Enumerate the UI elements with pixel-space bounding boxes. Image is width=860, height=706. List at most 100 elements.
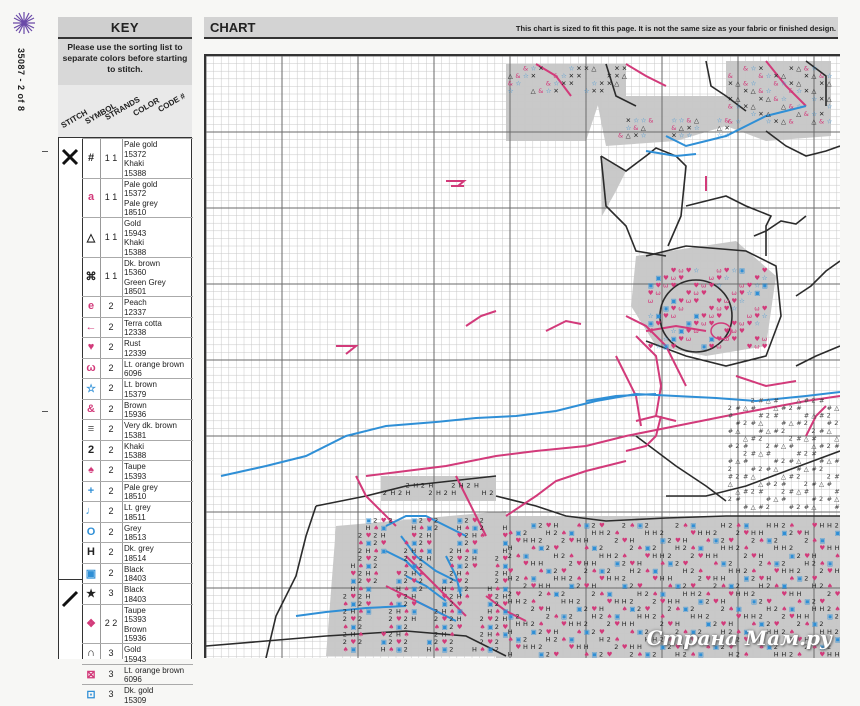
chart-symbol: H xyxy=(743,613,748,621)
chart-symbol: △ xyxy=(773,465,778,473)
chart-symbol: ▣ xyxy=(442,646,448,654)
key-color-code: Pale grey 18510 xyxy=(124,482,158,502)
chart-symbol: 2 xyxy=(751,537,755,545)
chart-symbol: ☆ xyxy=(735,102,741,110)
key-symbol: & xyxy=(87,402,95,415)
chart-symbol: 2 xyxy=(781,457,785,465)
chart-symbol: ♠ xyxy=(508,529,514,537)
chart-symbol: H xyxy=(561,575,566,583)
chart-symbol: # xyxy=(789,457,794,465)
chart-symbol: 2 xyxy=(553,635,557,643)
chart-symbol: △ xyxy=(751,472,756,480)
chart-symbol: H xyxy=(413,481,418,489)
chart-symbol: ♥ xyxy=(827,567,833,575)
chart-symbol: ♥ xyxy=(736,613,742,621)
chart-symbol: 2 xyxy=(388,516,392,524)
chart-symbol: ω xyxy=(693,327,698,335)
chart-symbol: H xyxy=(591,529,596,537)
chart-symbol: △ xyxy=(622,72,627,80)
chart-symbol: ▣ xyxy=(698,651,704,658)
chart-symbol: # xyxy=(758,488,763,496)
chart-symbol: H xyxy=(561,597,566,605)
chart-symbol: H xyxy=(774,651,779,658)
chart-symbol: ♥ xyxy=(523,559,529,567)
chart-symbol: ♥ xyxy=(607,651,613,658)
chart-symbol: ♥ xyxy=(457,623,463,631)
chart-symbol: # xyxy=(819,442,824,450)
chart-symbol: 2 xyxy=(637,567,641,575)
chart-symbol: H xyxy=(599,529,604,537)
chart-symbol: H xyxy=(683,590,688,598)
chart-symbol: & xyxy=(789,118,794,126)
chart-symbol: 2 xyxy=(728,495,732,503)
chart-symbol: 2 xyxy=(766,412,770,420)
chart-symbol: ω xyxy=(716,342,721,350)
chart-symbol: ♥ xyxy=(648,342,654,350)
chart-symbol: 2 xyxy=(561,537,565,545)
chart-symbol: 2 xyxy=(713,582,717,590)
chart-symbol: # xyxy=(766,465,771,473)
key-row: 2 2 Khaki 15388 xyxy=(82,439,193,462)
chart-symbol: ♥ xyxy=(709,342,715,350)
chart-symbol: H xyxy=(812,582,817,590)
chart-symbol: ω xyxy=(686,335,691,343)
key-row: ⊠ 3 Lt. orange brown 6096 xyxy=(82,663,193,686)
chart-symbol: ♥ xyxy=(561,620,567,628)
chart-symbol: 2 xyxy=(827,442,831,450)
chart-symbol: ♥ xyxy=(698,552,704,560)
chart-symbol: △ xyxy=(626,132,631,140)
chart-symbol: △ xyxy=(796,110,801,118)
chart-symbol: ♥ xyxy=(747,342,753,350)
chart-symbol: △ xyxy=(811,412,816,420)
chart-symbol: H xyxy=(766,605,771,613)
chart-symbol: & xyxy=(728,102,733,110)
chart-symbol: & xyxy=(789,102,794,110)
key-row: ▣ 2 Black 18403 xyxy=(82,562,193,585)
chart-symbol: H xyxy=(645,613,650,621)
chart-symbol: 2 xyxy=(523,582,527,590)
key-row: △ 1 1 Gold 15943 Khaki 15388 xyxy=(82,217,193,258)
chart-symbol: 2 xyxy=(622,559,626,567)
chart-symbol: ✕ xyxy=(804,72,809,80)
chart-symbol: ω xyxy=(754,342,759,350)
chart-symbol: ☆ xyxy=(747,289,753,297)
chart-symbol: 2 xyxy=(675,521,679,529)
chart-symbol: 2 xyxy=(584,605,588,613)
chart-symbol: H xyxy=(436,489,441,497)
chart-symbol: # xyxy=(834,503,839,511)
chart-symbol: # xyxy=(781,495,786,503)
chart-symbol: ♠ xyxy=(591,567,597,575)
chart-symbol: & xyxy=(773,95,778,103)
chart-symbol: H xyxy=(531,559,536,567)
chart-symbol: △ xyxy=(735,427,740,435)
chart-symbol: H xyxy=(591,613,596,621)
chart-symbol: ✕ xyxy=(553,87,558,95)
chart-symbol: ♠ xyxy=(531,544,537,552)
chart-symbol: 2 xyxy=(449,646,453,654)
key-column-headers: STITCH SYMBOL STRANDS COLOR CODE # xyxy=(58,85,192,138)
chart-symbol: 2 xyxy=(645,590,649,598)
chart-symbol: ♥ xyxy=(553,651,559,658)
chart-symbol: ▣ xyxy=(713,537,719,545)
chart-symbol: ♥ xyxy=(472,562,478,570)
chart-symbol: # xyxy=(819,412,824,420)
chart-symbol: # xyxy=(751,419,756,427)
chart-symbol: H xyxy=(819,605,824,613)
key-row: ∩ 3 Gold 15943 xyxy=(82,643,193,665)
chart-symbol: ♥ xyxy=(693,297,699,305)
outline-stroke xyxy=(795,260,840,297)
chart-symbol: 2 xyxy=(735,472,739,480)
chart-symbol: ♥ xyxy=(819,544,825,552)
chart-symbol: 2 xyxy=(721,605,725,613)
chart-symbol: H xyxy=(698,613,703,621)
chart-symbol: H xyxy=(546,529,551,537)
key-color-code: Pale gold 15372 Khaki 15388 xyxy=(124,140,158,178)
chart-symbol: 2 xyxy=(584,567,588,575)
chart-symbol: 2 xyxy=(781,427,785,435)
chart-symbol: 2 xyxy=(675,559,679,567)
chart-symbol: ✕ xyxy=(758,95,763,103)
chart-symbol: 2 xyxy=(736,544,740,552)
chart-symbol: H xyxy=(774,544,779,552)
chart-symbol: H xyxy=(781,651,786,658)
chart-symbol: & xyxy=(773,80,778,88)
